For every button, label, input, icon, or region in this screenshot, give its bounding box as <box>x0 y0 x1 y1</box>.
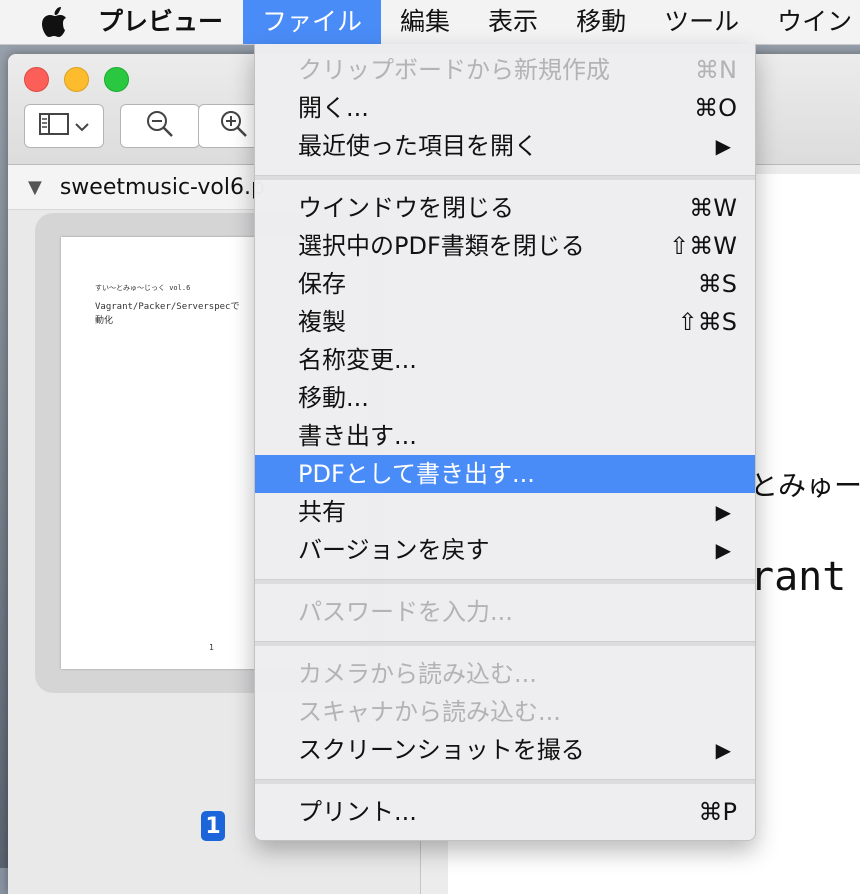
minimize-window-button[interactable] <box>64 67 89 92</box>
menu-item-open-recent[interactable]: 最近使った項目を開く ▶ <box>255 127 755 165</box>
thumb-text-line: すい〜とみゅ〜じっく vol.6 <box>95 284 191 292</box>
menu-item-import-from-camera: カメラから読み込む... <box>298 660 537 688</box>
menu-item-take-screenshot[interactable]: スクリーンショットを撮る ▶ <box>255 731 755 769</box>
zoom-in-icon <box>219 109 249 143</box>
menu-item-open[interactable]: 開く... ⌘O <box>255 89 755 127</box>
menu-item-share[interactable]: 共有 ▶ <box>255 493 755 531</box>
menu-item-duplicate[interactable]: 複製 ⇧⌘S <box>255 303 755 341</box>
menu-item-close-selected-pdf[interactable]: 選択中のPDF書類を閉じる ⇧⌘W <box>255 227 755 265</box>
menu-item-rename[interactable]: 名称変更... <box>255 341 755 379</box>
menu-separator <box>255 579 755 584</box>
zoom-window-button[interactable] <box>104 67 129 92</box>
menu-bar: プレビュー ファイル 編集 表示 移動 ツール ウイン <box>0 0 860 45</box>
shortcut-label: ⌘W <box>689 194 737 222</box>
menu-item-move[interactable]: 移動... <box>255 379 755 417</box>
zoom-out-icon <box>145 109 175 143</box>
thumb-text-line: 動化 <box>95 316 114 326</box>
menu-go[interactable]: 移動 <box>557 0 645 44</box>
zoom-out-button[interactable] <box>120 104 200 148</box>
menu-item-revert-to[interactable]: バージョンを戻す ▶ <box>255 531 755 569</box>
sidebar-icon <box>39 113 69 139</box>
thumb-text-line: Vagrant/Packer/Serverspecで <box>95 302 240 312</box>
submenu-arrow-icon: ▶ <box>715 738 731 762</box>
apple-icon[interactable] <box>40 6 68 38</box>
menu-separator <box>255 641 755 646</box>
menu-app-name[interactable]: プレビュー <box>86 0 243 44</box>
shortcut-label: ⌘S <box>697 270 737 298</box>
shortcut-label: ⌘N <box>695 56 737 84</box>
file-menu-dropdown: クリップボードから新規作成 ⌘N 開く... ⌘O 最近使った項目を開く ▶ ウ… <box>254 44 756 841</box>
shortcut-label: ⌘P <box>698 798 737 826</box>
document-name: sweetmusic-vol6.p <box>59 174 265 200</box>
menu-separator <box>255 779 755 784</box>
menu-edit[interactable]: 編集 <box>381 0 469 44</box>
shortcut-label: ⇧⌘W <box>669 232 737 260</box>
shortcut-label: ⇧⌘S <box>677 308 737 336</box>
thumb-page-number: 1 <box>209 643 214 652</box>
menu-item-enter-password: パスワードを入力... <box>298 598 513 626</box>
menu-item-export[interactable]: 書き出す... <box>255 417 755 455</box>
document-text: rant <box>750 554 847 600</box>
submenu-arrow-icon: ▶ <box>715 538 731 562</box>
menu-item-import-from-scanner: スキャナから読み込む... <box>298 698 561 726</box>
menu-file[interactable]: ファイル <box>243 0 382 44</box>
disclosure-triangle-icon[interactable]: ▼ <box>28 177 42 198</box>
menu-tools[interactable]: ツール <box>645 0 758 44</box>
shortcut-label: ⌘O <box>694 94 737 122</box>
menu-item-save[interactable]: 保存 ⌘S <box>255 265 755 303</box>
menu-item-new-from-clipboard: クリップボードから新規作成 ⌘N <box>255 51 755 89</box>
menu-view[interactable]: 表示 <box>469 0 557 44</box>
submenu-arrow-icon: ▶ <box>715 500 731 524</box>
submenu-arrow-icon: ▶ <box>715 134 731 158</box>
document-text: とみゅー <box>750 469 860 502</box>
menu-separator <box>255 175 755 180</box>
chevron-down-icon <box>75 117 89 136</box>
sidebar-toggle-button[interactable] <box>24 104 104 148</box>
menu-item-export-as-pdf[interactable]: PDFとして書き出す... <box>255 455 755 493</box>
menu-window[interactable]: ウイン <box>758 0 860 44</box>
close-window-button[interactable] <box>24 67 49 92</box>
menu-item-close-window[interactable]: ウインドウを閉じる ⌘W <box>255 189 755 227</box>
page-number-badge: 1 <box>201 811 225 841</box>
menu-item-print[interactable]: プリント... ⌘P <box>255 793 755 831</box>
